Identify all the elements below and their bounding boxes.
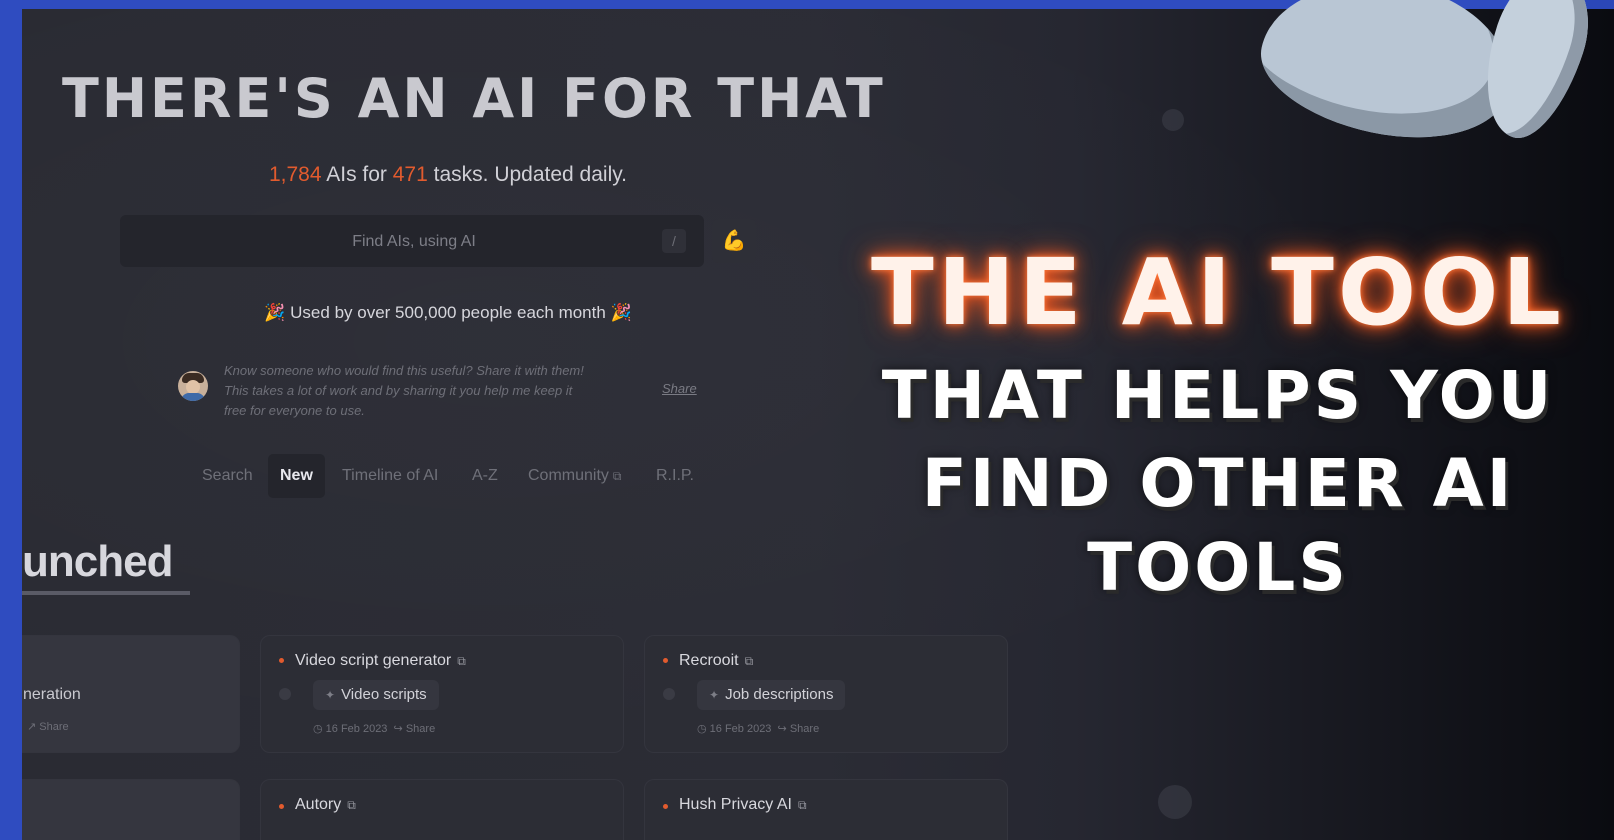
website-screen: THERE'S AN AI FOR THAT 1,784 AIs for 471…: [22, 9, 1614, 840]
flexed-biceps-icon[interactable]: 💪: [712, 219, 756, 263]
tab-timeline-of-ai[interactable]: Timeline of AI: [330, 454, 450, 498]
search-input[interactable]: [120, 215, 708, 269]
thumbnail-frame: THERE'S AN AI FOR THAT 1,784 AIs for 471…: [0, 0, 1614, 840]
sparkle-icon: ✦: [325, 688, 336, 702]
sparkle-icon: ✦: [709, 688, 720, 702]
new-indicator: [663, 658, 668, 663]
tool-card[interactable]: [22, 779, 240, 840]
section-heading: unched: [22, 537, 173, 586]
new-indicator: [279, 804, 284, 809]
share-note: Know someone who would find this useful?…: [224, 363, 584, 418]
tool-card[interactable]: Hush Privacy AI ⧉: [644, 779, 1008, 840]
tool-meta: ◷ 16 Feb 2023 ↪ Share: [313, 723, 436, 735]
new-indicator: [663, 804, 668, 809]
headline-line-4: TOOLS: [1087, 529, 1349, 606]
tool-name[interactable]: Hush Privacy AI ⧉: [679, 796, 807, 814]
external-link-icon: ⧉: [612, 469, 622, 483]
task-tag[interactable]: ✦ Job descriptions: [697, 680, 846, 710]
ghost-icon: [1162, 109, 1184, 131]
tool-card[interactable]: neration ↗ Share: [22, 635, 240, 753]
tool-meta: ◷ 16 Feb 2023 ↪ Share: [697, 723, 820, 735]
tab-a-z[interactable]: A-Z: [460, 454, 510, 498]
headline-main: THE AI TOOL: [871, 239, 1565, 346]
author-avatar: [178, 371, 208, 401]
frame-border-left: [0, 0, 22, 840]
share-button[interactable]: Share: [790, 723, 819, 735]
share-button[interactable]: Share: [406, 723, 435, 735]
stats-line: 1,784 AIs for 471 tasks. Updated daily.: [268, 163, 628, 186]
tool-name[interactable]: Recrooit ⧉: [679, 652, 753, 670]
search-box: /: [120, 215, 708, 269]
tab-new[interactable]: New: [268, 454, 325, 498]
search-shortcut-key: /: [662, 229, 686, 253]
tab-rip[interactable]: R.I.P.: [644, 454, 706, 498]
task-count: 471: [392, 163, 428, 186]
ghost-icon: [1158, 785, 1192, 819]
task-tag[interactable]: ✦ Video scripts: [313, 680, 439, 710]
ai-count: 1,784: [268, 163, 322, 186]
tool-card[interactable]: Video script generator ⧉ ✦ Video scripts ◷…: [260, 635, 624, 753]
tool-card[interactable]: Autory ⧉: [260, 779, 624, 840]
used-by-banner: 🎉 Used by over 500,000 people each month…: [264, 303, 632, 322]
site-title: THERE'S AN AI FOR THAT: [62, 67, 886, 130]
external-link-icon: ⧉: [744, 654, 754, 668]
tool-name[interactable]: Video script generator ⧉: [295, 652, 466, 670]
headline-line-2: THAT HELPS YOU: [881, 357, 1555, 434]
external-link-icon: ⧉: [797, 798, 807, 812]
headline-line-3: FIND OTHER AI: [921, 445, 1515, 522]
external-link-icon: ⧉: [457, 654, 466, 668]
tool-name[interactable]: Autory ⧉: [295, 796, 356, 814]
tab-search[interactable]: Search: [190, 454, 265, 498]
tab-community[interactable]: Community ⧉: [516, 454, 633, 498]
external-link-icon: ⧉: [347, 798, 356, 812]
section-underline: [22, 591, 190, 595]
new-indicator: [279, 658, 284, 663]
tool-card[interactable]: Recrooit ⧉ ✦ Job descriptions ◷ 16 Feb 202…: [644, 635, 1008, 753]
share-link[interactable]: Share: [662, 381, 697, 396]
